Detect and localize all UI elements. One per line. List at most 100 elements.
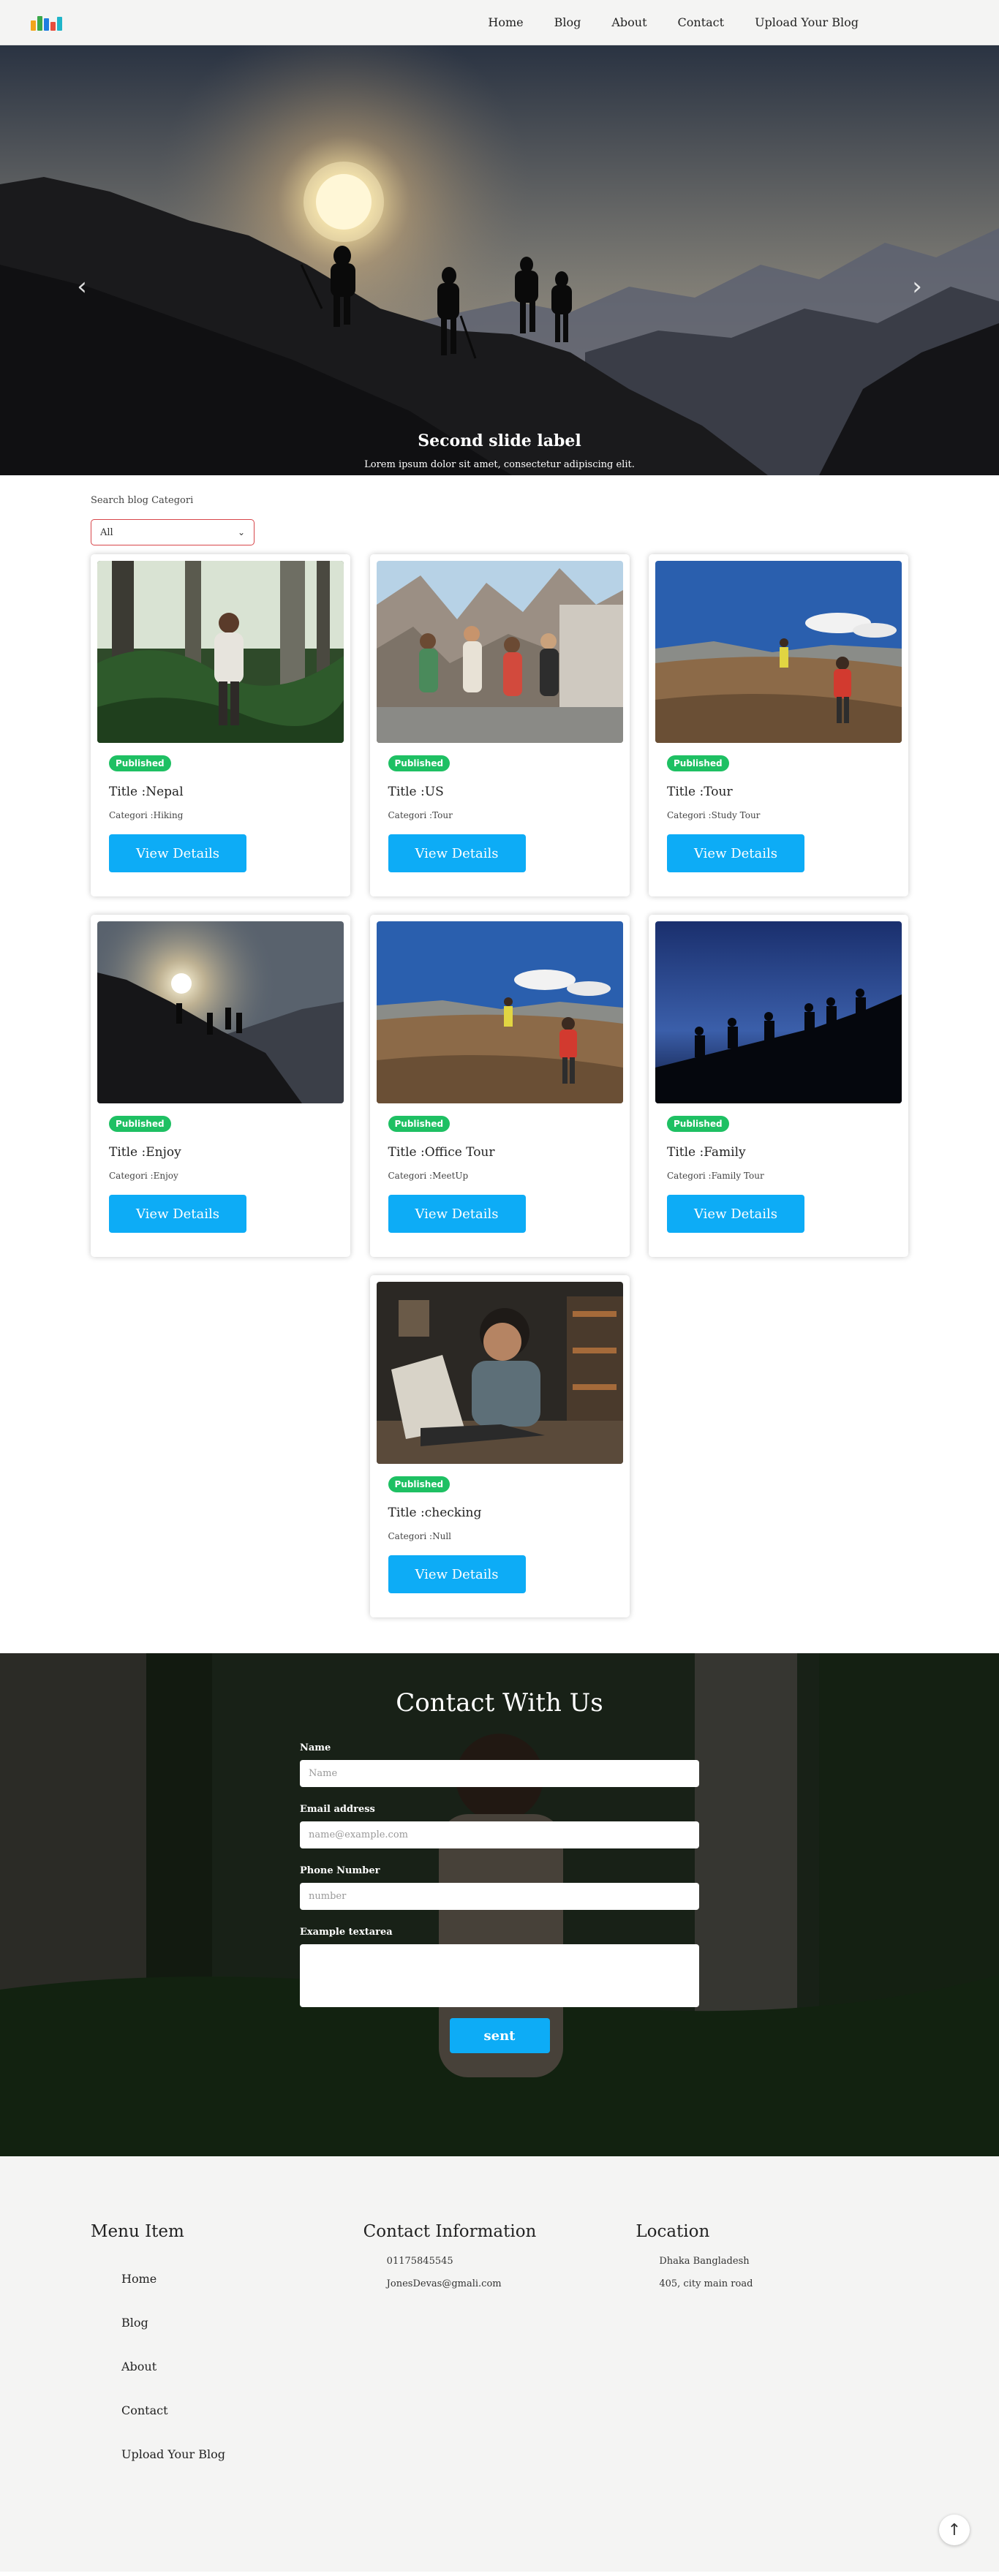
status-badge: Published	[109, 1116, 171, 1132]
carousel-prev-button[interactable]: ‹	[67, 272, 97, 301]
nav-contact[interactable]: Contact	[678, 15, 725, 29]
card-category: Categori :MeetUp	[388, 1171, 469, 1181]
card-category: Categori :Enjoy	[109, 1171, 178, 1181]
footer-phone: 01175845545	[386, 2256, 453, 2267]
footer-menu: Menu Item Home Blog About Contact Upload…	[91, 2222, 363, 2491]
status-badge: Published	[667, 1116, 729, 1132]
chevron-down-icon: ⌄	[237, 527, 245, 537]
forest-hiker-photo	[97, 561, 344, 743]
nav-links: Home Blog About Contact Upload Your Blog	[488, 15, 859, 29]
blog-card: Published Title :Nepal Categori :Hiking …	[91, 554, 350, 896]
card-title: Title :Office Tour	[388, 1145, 495, 1160]
carousel-caption-text: Lorem ipsum dolor sit amet, consectetur …	[364, 459, 635, 470]
site-logo[interactable]	[31, 15, 62, 31]
back-to-top-button[interactable]: ↑	[939, 2515, 970, 2545]
card-category: Categori :Family Tour	[667, 1171, 764, 1181]
chevron-left-icon: ‹	[77, 272, 87, 301]
footer-link-blog[interactable]: Blog	[121, 2316, 363, 2330]
email-label: Email address	[300, 1804, 375, 1815]
footer-contact-title: Contact Information	[363, 2222, 537, 2241]
plateau-trekkers-photo	[655, 561, 902, 743]
status-badge: Published	[388, 755, 451, 771]
nav-blog[interactable]: Blog	[554, 15, 581, 29]
nav-about[interactable]: About	[611, 15, 646, 29]
category-filter: Search blog Categori All ⌄	[91, 475, 908, 545]
view-details-button[interactable]: View Details	[667, 834, 804, 872]
nav-home[interactable]: Home	[488, 15, 523, 29]
arrow-up-icon: ↑	[947, 2520, 962, 2539]
card-category: Categori :Tour	[388, 810, 453, 820]
card-title: Title :checking	[388, 1506, 482, 1520]
view-details-button[interactable]: View Details	[388, 1555, 526, 1593]
logo-bar	[50, 21, 56, 31]
view-details-button[interactable]: View Details	[388, 1195, 526, 1233]
footer-location-title: Location	[636, 2222, 710, 2241]
carousel-next-button[interactable]: ›	[902, 272, 932, 301]
hero-image	[0, 45, 999, 475]
card-title: Title :US	[388, 785, 444, 799]
mountain-group-photo	[376, 561, 623, 743]
plateau-trekkers-photo	[376, 921, 623, 1103]
send-button[interactable]: sent	[449, 2018, 550, 2053]
footer-city: Dhaka Bangladesh	[659, 2256, 750, 2267]
card-title: Title :Family	[667, 1145, 746, 1160]
contact-heading: Contact With Us	[396, 1688, 603, 1718]
footer-link-upload-blog[interactable]: Upload Your Blog	[121, 2447, 363, 2462]
chevron-right-icon: ›	[912, 272, 922, 301]
phone-label: Phone Number	[300, 1865, 380, 1876]
view-details-button[interactable]: View Details	[109, 834, 246, 872]
name-label: Name	[300, 1742, 331, 1753]
footer: Menu Item Home Blog About Contact Upload…	[0, 2156, 999, 2572]
status-badge: Published	[388, 1116, 451, 1132]
contact-section: Contact With Us Name Name Email address …	[0, 1653, 999, 2156]
view-details-button[interactable]: View Details	[388, 834, 526, 872]
footer-location: Location Dhaka Bangladesh 405, city main…	[636, 2222, 908, 2491]
footer-link-home[interactable]: Home	[121, 2272, 363, 2286]
hero-carousel: ‹ › Second slide label Lorem ipsum dolor…	[0, 45, 999, 475]
logo-bar	[31, 20, 36, 31]
carousel-caption-title: Second slide label	[418, 431, 581, 450]
blog-card-grid: Published Title :Nepal Categori :Hiking …	[91, 554, 908, 1617]
blog-card: Published Title :Tour Categori :Study To…	[649, 554, 908, 896]
blog-card: Published Title :Family Categori :Family…	[649, 915, 908, 1257]
card-title: Title :Nepal	[109, 785, 184, 799]
message-textarea[interactable]	[300, 1944, 699, 2007]
blog-card: Published Title :US Categori :Tour View …	[369, 554, 630, 896]
message-label: Example textarea	[300, 1927, 393, 1938]
contact-form: Name Name Email address name@example.com…	[300, 1742, 699, 2053]
phone-input[interactable]: number	[300, 1883, 699, 1910]
nav-upload-blog[interactable]: Upload Your Blog	[755, 15, 859, 29]
footer-address: 405, city main road	[659, 2278, 753, 2289]
card-category: Categori :Hiking	[109, 810, 184, 820]
navbar: Home Blog About Contact Upload Your Blog	[0, 0, 999, 45]
logo-bar	[44, 18, 49, 31]
name-input[interactable]: Name	[300, 1760, 699, 1787]
view-details-button[interactable]: View Details	[667, 1195, 804, 1233]
card-title: Title :Enjoy	[109, 1145, 181, 1160]
filter-label: Search blog Categori	[91, 495, 194, 506]
sunset-hikers-photo	[97, 921, 344, 1103]
status-badge: Published	[667, 755, 729, 771]
category-select[interactable]: All ⌄	[91, 519, 255, 545]
card-category: Categori :Study Tour	[667, 810, 761, 820]
footer-link-about[interactable]: About	[121, 2360, 363, 2374]
footer-link-contact[interactable]: Contact	[121, 2403, 363, 2418]
footer-email: JonesDevas@gmali.com	[386, 2278, 502, 2289]
blog-card: Published Title :Office Tour Categori :M…	[369, 915, 630, 1257]
card-title: Title :Tour	[667, 785, 733, 799]
logo-bar	[57, 16, 62, 31]
status-badge: Published	[388, 1476, 451, 1492]
footer-contact-info: Contact Information 01175845545 JonesDev…	[363, 2222, 636, 2491]
blog-card: Published Title :Enjoy Categori :Enjoy V…	[91, 915, 350, 1257]
boy-laptop-photo	[376, 1282, 623, 1464]
logo-bar	[37, 15, 42, 31]
blog-card: Published Title :checking Categori :Null…	[369, 1275, 630, 1617]
category-select-value: All	[100, 526, 113, 538]
view-details-button[interactable]: View Details	[109, 1195, 246, 1233]
carousel-caption: Second slide label Lorem ipsum dolor sit…	[0, 431, 999, 470]
footer-menu-title: Menu Item	[91, 2222, 184, 2241]
status-badge: Published	[109, 755, 171, 771]
email-input[interactable]: name@example.com	[300, 1821, 699, 1848]
card-category: Categori :Null	[388, 1531, 452, 1541]
night-silhouettes-photo	[655, 921, 902, 1103]
